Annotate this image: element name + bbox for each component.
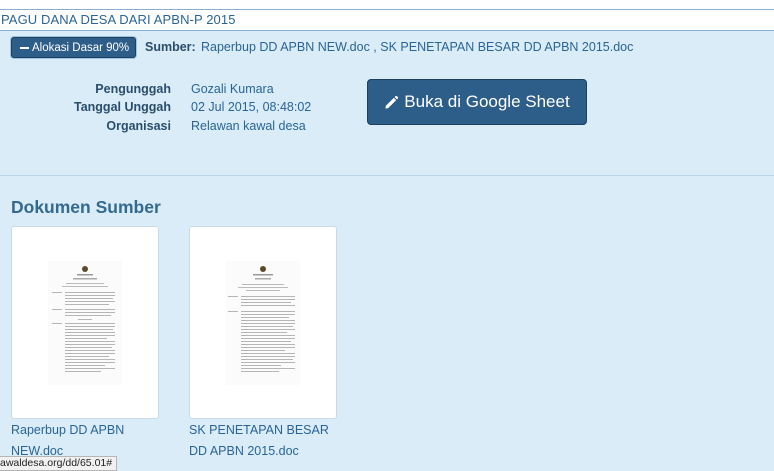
documents-section-title: Dokumen Sumber [11, 197, 161, 217]
uploader-value: Gozali Kumara [191, 82, 274, 96]
uploader-label: Pengunggah [95, 82, 171, 96]
document-link-2[interactable]: SK PENETAPAN BESAR DD APBN 2015.doc [189, 420, 339, 462]
document-thumbnail-2[interactable] [189, 226, 337, 419]
page-header: PAGU DANA DESA DARI APBN-P 2015 [0, 9, 774, 31]
upload-date-value: 02 Jul 2015, 08:48:02 [191, 100, 312, 114]
status-bar-url: awaldesa.org/dd/65.01# [0, 456, 118, 471]
minus-icon [20, 46, 29, 49]
sumber-label: Sumber: [145, 40, 196, 54]
document-preview-2 [226, 261, 300, 385]
document-name-line2: DD APBN 2015.doc [189, 444, 299, 458]
upload-date-label: Tanggal Unggah [74, 100, 171, 114]
section-divider [0, 175, 774, 176]
page-title: PAGU DANA DESA DARI APBN-P 2015 [1, 12, 236, 27]
document-name-line1: SK PENETAPAN BESAR [189, 423, 329, 437]
top-spacer [0, 0, 774, 9]
alokasi-label: Alokasi Dasar 90% [32, 41, 130, 54]
open-google-sheet-label: Buka di Google Sheet [404, 92, 570, 111]
sumber-links[interactable]: Raperbup DD APBN NEW.doc , SK PENETAPAN … [201, 40, 633, 54]
document-name-line1: Raperbup DD APBN [11, 423, 125, 437]
open-google-sheet-button[interactable]: Buka di Google Sheet [367, 79, 587, 125]
document-preview-1 [48, 261, 122, 385]
pencil-icon [385, 95, 399, 109]
organization-label: Organisasi [106, 119, 171, 133]
document-thumbnail-1[interactable] [11, 226, 159, 419]
alokasi-toggle-button[interactable]: Alokasi Dasar 90% [11, 37, 136, 58]
organization-value: Relawan kawal desa [191, 119, 306, 133]
